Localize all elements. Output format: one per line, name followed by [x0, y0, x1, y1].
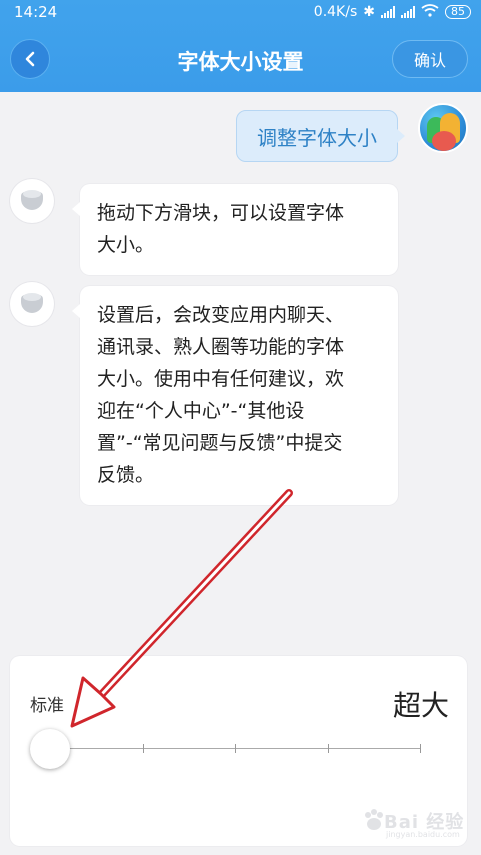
message-line: 拖动下方滑块，可以设置字体	[97, 202, 345, 224]
header-bar: 14:24 0.4K/s ✱ 85 字体大小设置 确认	[0, 0, 481, 92]
message-line: 大小。使用中有任何建议，欢	[97, 368, 345, 390]
status-time: 14:24	[14, 3, 58, 21]
bluetooth-icon: ✱	[363, 4, 375, 20]
user-message-bubble: 调整字体大小	[236, 110, 405, 162]
slider-max-label: 超大	[392, 689, 449, 722]
paw-icon	[365, 809, 383, 830]
slider-tick	[420, 744, 421, 753]
baidu-watermark: Bai 经验 jingyan.baidu.com	[360, 800, 470, 842]
message-line: 通讯录、熟人圈等功能的字体	[97, 336, 345, 358]
status-indicators: 0.4K/s ✱ 85	[314, 3, 471, 21]
font-size-slider-thumb[interactable]	[30, 729, 70, 769]
slider-min-label: 标准	[30, 696, 64, 716]
battery-icon: 85	[445, 5, 471, 19]
bot-avatar[interactable]	[10, 179, 54, 223]
signal-icon-2	[401, 6, 415, 18]
message-line: 置”-“常见问题与反馈”中提交	[97, 432, 343, 454]
watermark-url: jingyan.baidu.com	[386, 830, 460, 839]
confirm-button[interactable]: 确认	[392, 40, 468, 78]
status-bar: 14:24 0.4K/s ✱ 85	[0, 0, 481, 24]
network-speed: 0.4K/s	[313, 4, 358, 20]
signal-icon	[381, 6, 395, 18]
bot-avatar[interactable]	[10, 282, 54, 326]
bot-message-bubble: 拖动下方滑块，可以设置字体 大小。	[72, 184, 398, 275]
title-bar: 字体大小设置 确认	[0, 30, 481, 88]
wifi-icon	[421, 3, 439, 21]
message-line: 迎在“个人中心”-“其他设	[97, 400, 305, 422]
slider-tick	[235, 744, 236, 753]
slider-tick	[142, 744, 144, 753]
user-avatar[interactable]	[418, 103, 468, 153]
slider-tick	[327, 744, 329, 753]
message-line: 大小。	[97, 234, 155, 256]
message-line: 设置后，会改变应用内聊天、	[97, 304, 345, 326]
message-line: 反馈。	[97, 464, 155, 486]
font-size-slider-track[interactable]	[50, 744, 421, 753]
bot-message-bubble: 设置后，会改变应用内聊天、 通讯录、熟人圈等功能的字体 大小。使用中有任何建议，…	[72, 286, 398, 505]
